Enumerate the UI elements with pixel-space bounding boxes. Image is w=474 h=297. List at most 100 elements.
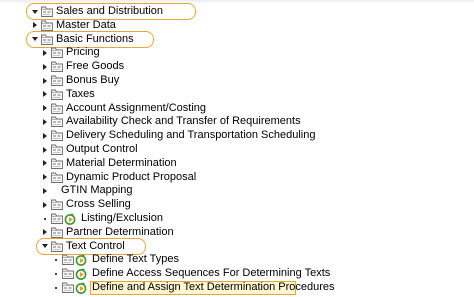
arrow-glyph	[42, 244, 48, 249]
arrow-glyph	[43, 187, 47, 194]
folder-icon	[51, 172, 63, 183]
collapsed-arrow-icon[interactable]	[41, 46, 49, 59]
tree-node-master-data[interactable]: Master Data	[0, 19, 474, 33]
tree-node-material-determination[interactable]: Material Determination	[0, 157, 474, 171]
arrow-glyph	[43, 146, 47, 153]
tree-node-label: Free Goods	[66, 60, 125, 73]
tree-node-label: Cross Selling	[66, 198, 131, 211]
tree-node-free-goods[interactable]: Free Goods	[0, 60, 474, 74]
expanded-arrow-icon[interactable]	[41, 240, 49, 253]
folder-icon	[62, 254, 74, 266]
arrow-glyph	[43, 77, 47, 84]
tree-node-bonus-buy[interactable]: Bonus Buy	[0, 74, 474, 88]
arrow-glyph	[55, 258, 57, 261]
execute-activity-icon[interactable]	[64, 213, 77, 225]
arrow-glyph	[43, 229, 47, 236]
tree-node-gtin-mapping[interactable]: GTIN Mapping	[0, 184, 474, 198]
tree-node-label: Master Data	[56, 18, 116, 31]
folder-icon	[51, 47, 63, 59]
collapsed-arrow-icon[interactable]	[31, 19, 39, 32]
tree-node-label: Basic Functions	[56, 32, 134, 45]
leaf-marker-icon	[41, 212, 49, 225]
arrow-glyph	[43, 49, 47, 56]
tree-node-delivery-scheduling-and-transportation-scheduling[interactable]: Delivery Scheduling and Transportation S…	[0, 129, 474, 143]
collapsed-arrow-icon[interactable]	[41, 102, 49, 115]
collapsed-arrow-icon[interactable]	[41, 115, 49, 128]
tree-node-taxes[interactable]: Taxes	[0, 88, 474, 102]
tree-node-basic-functions[interactable]: Basic Functions	[0, 33, 474, 47]
leaf-marker-icon	[52, 281, 60, 294]
arrow-glyph	[43, 174, 47, 181]
tree-node-label: Material Determination	[66, 156, 177, 169]
folder-icon	[51, 158, 63, 169]
arrow-glyph	[44, 217, 46, 220]
tree-node-define-and-assign-text-determination-procedures[interactable]: Define and Assign Text Determination Pro…	[0, 281, 474, 295]
tree-node-label: Define Text Types	[92, 253, 180, 266]
arrow-glyph	[43, 118, 47, 125]
tree-node-output-control[interactable]: Output Control	[0, 143, 474, 157]
collapsed-arrow-icon[interactable]	[41, 226, 49, 239]
folder-icon	[51, 241, 63, 252]
collapsed-arrow-icon[interactable]	[41, 157, 49, 170]
tree-node-partner-determination[interactable]: Partner Determination	[0, 226, 474, 240]
expanded-arrow-icon[interactable]	[31, 33, 39, 46]
folder-icon	[51, 144, 63, 155]
tree-node-dynamic-product-proposal[interactable]: Dynamic Product Proposal	[0, 171, 474, 185]
tree-node-label: Listing/Exclusion	[81, 212, 163, 224]
folder-icon	[51, 75, 63, 86]
tree-node-label: Define Access Sequences For Determining …	[92, 267, 331, 280]
tree-node-label: Dynamic Product Proposal	[66, 170, 197, 183]
folder-icon	[51, 213, 63, 224]
tree-node-label: Define and Assign Text Determination Pro…	[92, 281, 335, 293]
tree-node-label: GTIN Mapping	[61, 184, 133, 197]
folder-icon	[51, 116, 63, 128]
tree-node-label: Taxes	[66, 87, 95, 100]
customizing-tree: Sales and Distribution Master Data Basic F…	[0, 0, 474, 295]
execute-activity-icon[interactable]	[75, 268, 88, 281]
arrow-glyph	[55, 272, 57, 275]
tree-node-label: Availability Check and Transfer of Requi…	[66, 115, 301, 128]
tree-node-label: Delivery Scheduling and Transportation S…	[66, 129, 316, 142]
collapsed-arrow-icon[interactable]	[41, 74, 49, 87]
collapsed-arrow-icon[interactable]	[41, 184, 49, 197]
tree-node-label: Sales and Distribution	[56, 5, 164, 17]
folder-icon	[62, 282, 74, 293]
collapsed-arrow-icon[interactable]	[41, 198, 49, 211]
tree-node-pricing[interactable]: Pricing	[0, 46, 474, 60]
arrow-glyph	[32, 9, 38, 14]
tree-node-define-text-types[interactable]: Define Text Types	[0, 253, 474, 267]
arrow-glyph	[43, 91, 47, 98]
folder-icon	[41, 20, 53, 31]
arrow-glyph	[43, 63, 47, 70]
tree-node-cross-selling[interactable]: Cross Selling	[0, 198, 474, 212]
expanded-arrow-icon[interactable]	[31, 5, 39, 18]
tree-node-label: Text Control	[66, 239, 125, 252]
tree-node-sales-and-distribution[interactable]: Sales and Distribution	[0, 5, 474, 19]
collapsed-arrow-icon[interactable]	[41, 60, 49, 73]
folder-icon	[41, 6, 53, 17]
arrow-glyph	[43, 132, 47, 139]
tree-node-availability-check-and-transfer-of-requirements[interactable]: Availability Check and Transfer of Requi…	[0, 115, 474, 129]
collapsed-arrow-icon[interactable]	[41, 88, 49, 101]
tree-node-label: Account Assignment/Costing	[66, 101, 207, 114]
arrow-glyph	[43, 160, 47, 167]
collapsed-arrow-icon[interactable]	[41, 143, 49, 156]
folder-icon	[41, 34, 53, 45]
folder-icon	[51, 227, 63, 238]
tree-node-listing-exclusion[interactable]: Listing/Exclusion	[0, 212, 474, 226]
leaf-marker-icon	[52, 253, 60, 266]
folder-icon	[51, 103, 63, 114]
arrow-glyph	[55, 286, 57, 289]
arrow-glyph	[33, 22, 37, 29]
execute-activity-icon[interactable]	[75, 254, 88, 267]
tree-node-label: Bonus Buy	[66, 74, 120, 86]
arrow-glyph	[43, 201, 47, 208]
tree-node-define-access-sequences-for-determining-texts[interactable]: Define Access Sequences For Determining …	[0, 267, 474, 281]
collapsed-arrow-icon[interactable]	[41, 171, 49, 184]
tree-node-text-control[interactable]: Text Control	[0, 240, 474, 254]
tree-node-account-assignment-costing[interactable]: Account Assignment/Costing	[0, 102, 474, 116]
execute-activity-icon[interactable]	[75, 282, 88, 294]
folder-icon	[51, 199, 63, 211]
leaf-marker-icon	[52, 267, 60, 280]
collapsed-arrow-icon[interactable]	[41, 129, 49, 142]
